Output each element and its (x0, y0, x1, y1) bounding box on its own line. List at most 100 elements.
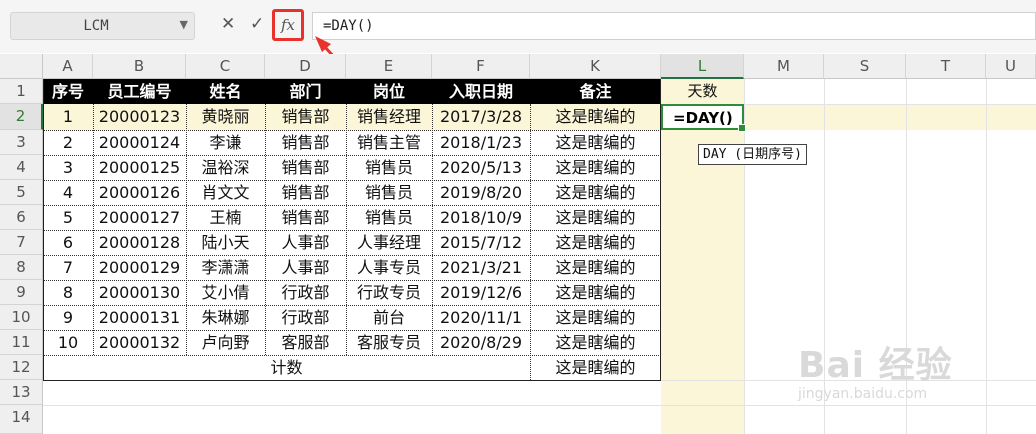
col-header-t[interactable]: T (906, 54, 986, 79)
table-cell[interactable]: 20000132 (93, 330, 186, 356)
table-cell[interactable]: 2018/10/9 (432, 205, 530, 231)
header-cell[interactable]: 员工编号 (93, 79, 186, 104)
table-cell[interactable]: 8 (43, 280, 93, 306)
header-cell[interactable]: 序号 (43, 79, 93, 104)
row-header-7[interactable]: 7 (0, 230, 43, 255)
table-cell[interactable]: 行政部 (265, 280, 346, 306)
table-cell[interactable]: 销售部 (265, 104, 346, 130)
header-cell[interactable]: 入职日期 (432, 79, 530, 104)
header-cell[interactable]: 岗位 (346, 79, 432, 104)
col-header-b[interactable]: B (93, 54, 186, 79)
table-cell[interactable]: 客服部 (265, 330, 346, 356)
table-cell[interactable]: 20000124 (93, 130, 186, 156)
header-cell[interactable]: 部门 (265, 79, 346, 104)
table-cell[interactable]: 这是瞎编的 (530, 305, 661, 331)
table-cell[interactable]: 这是瞎编的 (530, 180, 661, 206)
table-cell[interactable]: 销售经理 (346, 104, 432, 130)
table-cell[interactable]: 李谦 (186, 130, 265, 156)
table-cell[interactable]: 销售部 (265, 205, 346, 231)
col-header-s[interactable]: S (824, 54, 906, 79)
name-box[interactable]: LCM ▼ (10, 12, 195, 40)
row-header-1[interactable]: 1 (0, 79, 43, 104)
fill-handle[interactable] (738, 124, 746, 132)
row-header-13[interactable]: 13 (0, 380, 43, 405)
table-cell[interactable]: 2020/8/29 (432, 330, 530, 356)
table-cell[interactable]: 行政部 (265, 305, 346, 331)
table-cell[interactable]: 销售部 (265, 155, 346, 181)
col-header-f[interactable]: F (432, 54, 530, 79)
table-cell[interactable]: 李潇潇 (186, 255, 265, 281)
table-cell[interactable]: 2020/5/13 (432, 155, 530, 181)
table-cell[interactable]: 这是瞎编的 (530, 130, 661, 156)
table-cell[interactable]: 人事经理 (346, 230, 432, 256)
select-all-corner[interactable] (0, 54, 43, 79)
table-cell[interactable]: 肖文文 (186, 180, 265, 206)
col-header-u[interactable]: U (986, 54, 1036, 79)
table-cell[interactable]: 这是瞎编的 (530, 255, 661, 281)
row-header-12[interactable]: 12 (0, 355, 43, 380)
confirm-icon[interactable]: ✓ (250, 14, 264, 34)
col-header-a[interactable]: A (43, 54, 93, 79)
table-cell[interactable]: 7 (43, 255, 93, 281)
table-cell[interactable]: 卢向野 (186, 330, 265, 356)
col-header-c[interactable]: C (186, 54, 265, 79)
table-cell[interactable]: 艾小倩 (186, 280, 265, 306)
row-header-5[interactable]: 5 (0, 180, 43, 205)
cell-l1[interactable]: 天数 (661, 79, 744, 104)
row-header-9[interactable]: 9 (0, 280, 43, 305)
table-cell[interactable]: 这是瞎编的 (530, 155, 661, 181)
col-header-k[interactable]: K (530, 54, 661, 79)
table-cell[interactable]: 这是瞎编的 (530, 280, 661, 306)
table-cell[interactable]: 朱琳娜 (186, 305, 265, 331)
table-cell[interactable]: 行政专员 (346, 280, 432, 306)
table-cell[interactable]: 6 (43, 230, 93, 256)
row-header-3[interactable]: 3 (0, 130, 43, 155)
table-cell[interactable]: 3 (43, 155, 93, 181)
table-cell[interactable]: 黄晓丽 (186, 104, 265, 130)
table-cell[interactable]: 1 (43, 104, 93, 130)
count-label-cell[interactable]: 计数 (43, 355, 530, 381)
active-cell-l2[interactable]: =DAY() (661, 104, 746, 132)
chevron-down-icon[interactable]: ▼ (180, 18, 188, 31)
table-cell[interactable]: 2 (43, 130, 93, 156)
table-cell[interactable]: 2015/7/12 (432, 230, 530, 256)
table-cell[interactable]: 9 (43, 305, 93, 331)
table-cell[interactable]: 2020/11/1 (432, 305, 530, 331)
note-cell[interactable]: 这是瞎编的 (530, 355, 661, 381)
col-header-m[interactable]: M (744, 54, 824, 79)
row-header-4[interactable]: 4 (0, 155, 43, 180)
table-cell[interactable]: 2019/8/20 (432, 180, 530, 206)
table-cell[interactable]: 前台 (346, 305, 432, 331)
table-cell[interactable]: 人事部 (265, 255, 346, 281)
table-cell[interactable]: 20000129 (93, 255, 186, 281)
table-cell[interactable]: 销售主管 (346, 130, 432, 156)
row-header-8[interactable]: 8 (0, 255, 43, 280)
table-cell[interactable]: 人事专员 (346, 255, 432, 281)
table-cell[interactable]: 20000125 (93, 155, 186, 181)
table-cell[interactable]: 2017/3/28 (432, 104, 530, 130)
table-cell[interactable]: 10 (43, 330, 93, 356)
col-header-l[interactable]: L (661, 54, 744, 79)
table-cell[interactable]: 4 (43, 180, 93, 206)
row-header-14[interactable]: 14 (0, 405, 43, 434)
table-cell[interactable]: 客服专员 (346, 330, 432, 356)
table-cell[interactable]: 销售员 (346, 180, 432, 206)
header-cell[interactable]: 姓名 (186, 79, 265, 104)
table-cell[interactable]: 2019/12/6 (432, 280, 530, 306)
table-cell[interactable]: 人事部 (265, 230, 346, 256)
table-cell[interactable]: 王楠 (186, 205, 265, 231)
table-cell[interactable]: 陆小天 (186, 230, 265, 256)
table-cell[interactable]: 这是瞎编的 (530, 330, 661, 356)
row-header-11[interactable]: 11 (0, 330, 43, 355)
table-cell[interactable]: 温裕深 (186, 155, 265, 181)
table-cell[interactable]: 20000128 (93, 230, 186, 256)
insert-function-button[interactable]: fx (272, 9, 304, 41)
table-cell[interactable]: 这是瞎编的 (530, 230, 661, 256)
table-cell[interactable]: 20000130 (93, 280, 186, 306)
col-header-e[interactable]: E (346, 54, 432, 79)
table-cell[interactable]: 这是瞎编的 (530, 205, 661, 231)
table-cell[interactable]: 2018/1/23 (432, 130, 530, 156)
table-cell[interactable]: 2021/3/21 (432, 255, 530, 281)
table-cell[interactable]: 20000123 (93, 104, 186, 130)
table-cell[interactable]: 销售员 (346, 155, 432, 181)
